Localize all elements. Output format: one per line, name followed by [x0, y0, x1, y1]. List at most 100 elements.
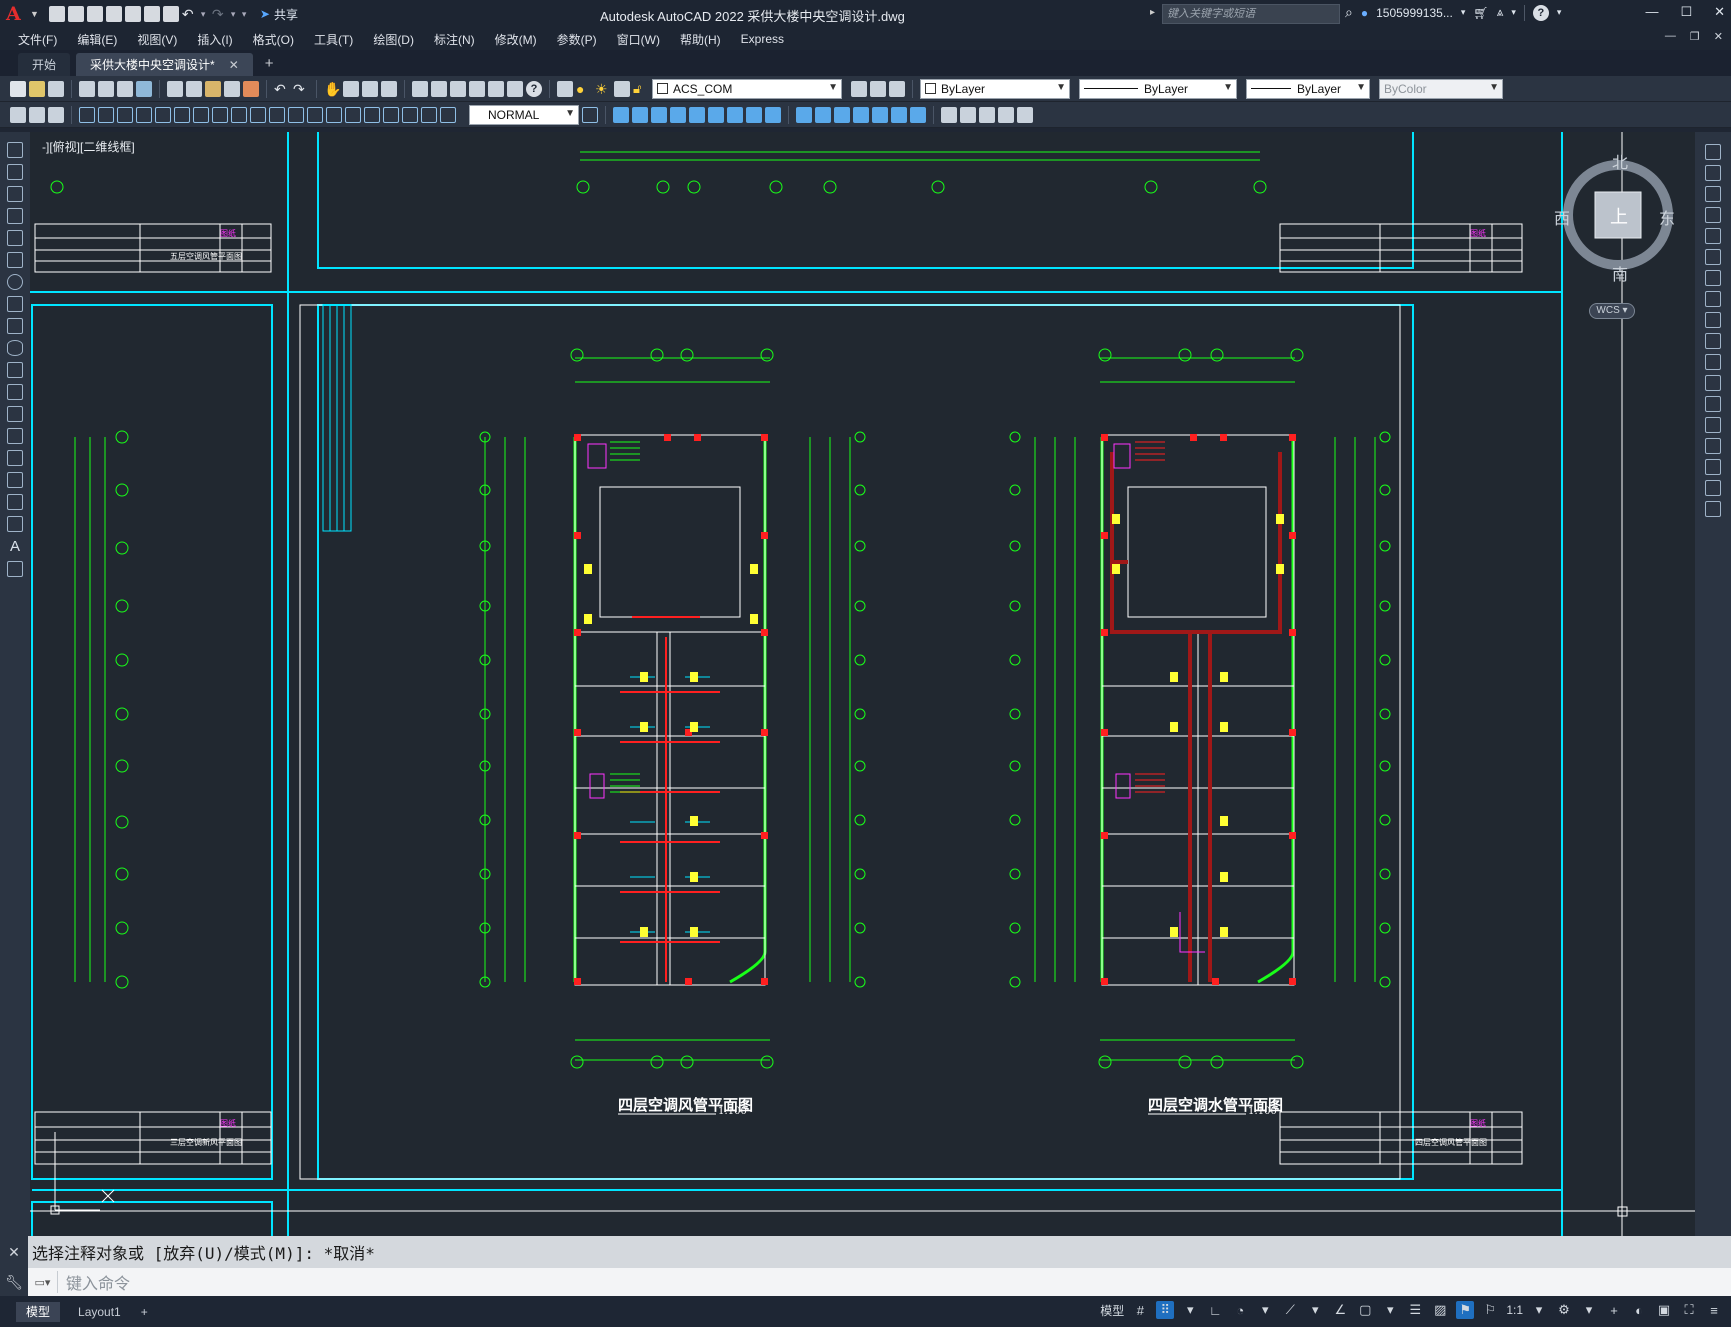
- save-icon[interactable]: [48, 80, 64, 97]
- chamfer-icon[interactable]: [1705, 438, 1721, 454]
- viewcube-east[interactable]: 东: [1659, 205, 1675, 229]
- isodraft-icon[interactable]: ⟋: [1281, 1301, 1299, 1319]
- tab-model[interactable]: 模型: [16, 1301, 61, 1322]
- ellipse-arc-icon[interactable]: [7, 362, 23, 378]
- region-icon[interactable]: [7, 494, 23, 510]
- open-icon[interactable]: [29, 80, 45, 97]
- hatch-icon[interactable]: [7, 450, 23, 466]
- qnew-icon[interactable]: [10, 80, 26, 97]
- command-input[interactable]: 键入命令: [58, 1270, 130, 1294]
- extend-icon[interactable]: [1705, 354, 1721, 370]
- doc-minimize-button[interactable]: —: [1665, 30, 1676, 43]
- continue-dim-icon[interactable]: [269, 106, 285, 123]
- cut-icon[interactable]: [167, 80, 183, 97]
- dim-style-icon[interactable]: [582, 106, 598, 123]
- plot-icon[interactable]: [162, 6, 179, 22]
- menu-modify[interactable]: 修改(M): [495, 31, 549, 48]
- make-current-icon[interactable]: [851, 80, 867, 97]
- workspace-dropdown-icon[interactable]: ▾: [1580, 1301, 1598, 1319]
- drawing-canvas[interactable]: 图纸 图纸 图纸 图纸 五层空调风管平面图 三层空调新风平面图 四层空调风管平面图: [30, 132, 1695, 1236]
- dim-update-icon[interactable]: [440, 106, 456, 123]
- properties-icon[interactable]: [412, 80, 428, 97]
- model-space-label[interactable]: 模型: [1100, 1302, 1124, 1319]
- annotation-visibility-icon[interactable]: ⚑: [1456, 1301, 1475, 1319]
- redo-icon[interactable]: ↷: [212, 6, 228, 22]
- ortho-icon[interactable]: ∟: [1206, 1301, 1224, 1319]
- menu-edit[interactable]: 编辑(E): [77, 31, 129, 48]
- layer-on-icon[interactable]: ●: [576, 81, 592, 97]
- doc-restore-button[interactable]: ❐: [1690, 30, 1700, 43]
- offset-icon[interactable]: [1705, 207, 1721, 223]
- gear-icon[interactable]: ⚙: [1555, 1301, 1573, 1319]
- break-at-point-icon[interactable]: [1705, 375, 1721, 391]
- close-icon[interactable]: ✕: [0, 1236, 28, 1268]
- diameter-dim-icon[interactable]: [193, 106, 209, 123]
- command-prompt-icon[interactable]: ▭▾: [28, 1271, 58, 1293]
- inspection-icon[interactable]: [364, 106, 380, 123]
- color-dropdown[interactable]: ByLayer ▼: [920, 78, 1070, 99]
- jogged-dim-icon[interactable]: [174, 106, 190, 123]
- paste-icon[interactable]: [205, 80, 221, 97]
- lineweight-dropdown[interactable]: ByLayer ▼: [1246, 78, 1370, 99]
- polar-dropdown-icon[interactable]: ▾: [1256, 1301, 1274, 1319]
- union-icon[interactable]: [613, 106, 629, 123]
- undo-icon[interactable]: ↶: [182, 6, 198, 22]
- array-icon[interactable]: [1705, 228, 1721, 244]
- preview-icon[interactable]: [98, 80, 114, 97]
- move-icon[interactable]: [1705, 249, 1721, 265]
- layer-freeze-icon[interactable]: ☀: [595, 81, 611, 97]
- move-faces-icon[interactable]: [689, 106, 705, 123]
- rectangle-icon[interactable]: [7, 230, 23, 246]
- image-icon[interactable]: [979, 106, 995, 123]
- help-icon[interactable]: ?: [1532, 4, 1549, 21]
- hardware-acceleration-icon[interactable]: ▣: [1655, 1301, 1673, 1319]
- scale-dropdown-icon[interactable]: ▾: [1530, 1301, 1548, 1319]
- check-icon[interactable]: [910, 106, 926, 123]
- explode-icon[interactable]: [1705, 501, 1721, 517]
- zoom-realtime-icon[interactable]: [343, 80, 359, 97]
- layer-walk-icon[interactable]: [29, 106, 45, 123]
- wrench-icon[interactable]: 🔧︎: [0, 1268, 28, 1296]
- user-name[interactable]: 1505999135...: [1376, 6, 1453, 20]
- delete-faces-icon[interactable]: [727, 106, 743, 123]
- erase-icon[interactable]: [1705, 144, 1721, 160]
- annotation-scale[interactable]: 1:1: [1506, 1303, 1523, 1317]
- close-icon[interactable]: ✕: [229, 58, 239, 72]
- subtract-icon[interactable]: [632, 106, 648, 123]
- dim-text-edit-icon[interactable]: [421, 106, 437, 123]
- fillet-icon[interactable]: [1705, 459, 1721, 475]
- trim-icon[interactable]: [1705, 333, 1721, 349]
- layer-lock-icon[interactable]: 🔓︎: [633, 81, 649, 97]
- add-selected-icon[interactable]: [7, 561, 23, 577]
- object-snap-tracking-icon[interactable]: ∠: [1331, 1301, 1349, 1319]
- save-as-icon[interactable]: [105, 6, 122, 22]
- dim-edit-icon[interactable]: [402, 106, 418, 123]
- viewcube-top[interactable]: 上: [1610, 203, 1628, 229]
- intersect-icon[interactable]: [651, 106, 667, 123]
- radius-dim-icon[interactable]: [155, 106, 171, 123]
- spline-icon[interactable]: [7, 318, 23, 334]
- menu-express[interactable]: Express: [741, 32, 796, 46]
- copy-faces-icon[interactable]: [796, 106, 812, 123]
- color-faces-icon[interactable]: [815, 106, 831, 123]
- workspace-icon[interactable]: [10, 106, 26, 123]
- shell-icon[interactable]: [891, 106, 907, 123]
- viewcube-south[interactable]: 南: [1612, 261, 1628, 285]
- point-icon[interactable]: [7, 428, 23, 444]
- menu-parametric[interactable]: 参数(P): [557, 31, 609, 48]
- attach-icon[interactable]: [1017, 106, 1033, 123]
- rotate-icon[interactable]: [1705, 270, 1721, 286]
- aligned-dim-icon[interactable]: [98, 106, 114, 123]
- isolate-objects-icon[interactable]: ◐: [1630, 1301, 1648, 1319]
- menu-window[interactable]: 窗口(W): [617, 31, 672, 48]
- tool-palettes-icon[interactable]: [450, 80, 466, 97]
- share-button[interactable]: ➤ 共享: [260, 6, 298, 23]
- stretch-icon[interactable]: [1705, 312, 1721, 328]
- dim-break-icon[interactable]: [307, 106, 323, 123]
- mtext-icon[interactable]: A: [10, 538, 20, 555]
- dimstyle-dropdown[interactable]: NORMAL ▼: [469, 104, 579, 125]
- clean-screen-icon[interactable]: ⛶: [1680, 1301, 1698, 1319]
- match-properties-icon[interactable]: [224, 80, 240, 97]
- search-icon[interactable]: ⌕: [1345, 4, 1353, 21]
- new-file-icon[interactable]: [48, 6, 65, 22]
